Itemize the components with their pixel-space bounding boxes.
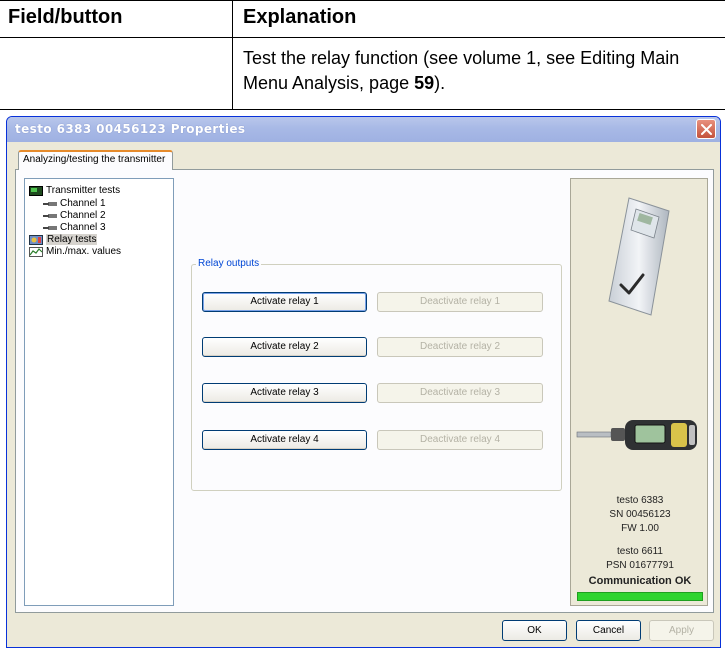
header-field-button: Field/button — [8, 6, 123, 28]
apply-button[interactable]: Apply — [649, 620, 714, 641]
deactivate-relay-3-button[interactable]: Deactivate relay 3 — [377, 383, 543, 403]
table-border-top — [0, 0, 725, 1]
transmitter-device-icon — [608, 197, 670, 316]
cancel-button[interactable]: Cancel — [576, 620, 641, 641]
properties-dialog: testo 6383 00456123 Properties Analyzing… — [6, 116, 721, 648]
tree-item-relay-tests[interactable]: Relay tests — [29, 234, 98, 245]
close-icon — [701, 124, 712, 135]
device-serial: SN 00456123 — [609, 509, 671, 520]
doc-table: Field/button Explanation Test the relay … — [0, 0, 725, 110]
channel-icon — [43, 213, 57, 218]
relay-icon — [29, 234, 43, 245]
activate-relay-2-button[interactable]: Activate relay 2 — [202, 337, 367, 357]
deactivate-relay-1-button[interactable]: Deactivate relay 1 — [377, 292, 543, 312]
page-reference: 59 — [414, 73, 435, 93]
probe-device-icon — [576, 420, 697, 450]
tab-analyzing-testing[interactable]: Analyzing/testing the transmitter — [18, 150, 173, 170]
relay-outputs-group: Relay outputs Activate relay 1 Deactivat… — [191, 258, 562, 491]
probe-serial: PSN 01677791 — [606, 560, 674, 571]
window-title: testo 6383 00456123 Properties — [15, 122, 246, 136]
tree-item-min-max-values[interactable]: Min./max. values — [29, 246, 121, 257]
tree-item-channel-2[interactable]: Channel 2 — [43, 210, 106, 221]
explanation-text: Test the relay function (see volume 1, s… — [243, 48, 680, 93]
tab-panel: Transmitter tests Channel 1 Channel 2 Ch… — [15, 169, 714, 613]
header-explanation: Explanation — [243, 6, 357, 28]
relay-outputs-label: Relay outputs — [196, 258, 262, 269]
transmitter-icon — [29, 185, 43, 196]
probe-model: testo 6611 — [617, 546, 663, 557]
deactivate-relay-2-button[interactable]: Deactivate relay 2 — [377, 337, 543, 357]
channel-icon — [43, 201, 57, 206]
device-model: testo 6383 — [616, 495, 664, 506]
device-info-panel: testo 6383 SN 00456123 FW 1.00 testo 661… — [570, 178, 708, 606]
activate-relay-3-button[interactable]: Activate relay 3 — [202, 383, 367, 403]
tree-view: Transmitter tests Channel 1 Channel 2 Ch… — [24, 178, 174, 606]
activate-relay-1-button[interactable]: Activate relay 1 — [202, 292, 367, 312]
chart-icon — [29, 246, 43, 257]
ok-button[interactable]: OK — [502, 620, 567, 641]
communication-status: Communication OK — [588, 575, 692, 587]
deactivate-relay-4-button[interactable]: Deactivate relay 4 — [377, 430, 543, 450]
tree-item-channel-3[interactable]: Channel 3 — [43, 222, 106, 233]
channel-icon — [43, 225, 57, 230]
communication-progress-bar — [577, 592, 703, 601]
activate-relay-4-button[interactable]: Activate relay 4 — [202, 430, 367, 450]
tree-item-channel-1[interactable]: Channel 1 — [43, 198, 106, 209]
table-column-divider — [232, 0, 233, 110]
close-button[interactable] — [696, 119, 716, 139]
tree-item-transmitter-tests[interactable]: Transmitter tests — [29, 185, 120, 196]
table-border-bottom — [0, 109, 725, 110]
title-bar[interactable]: testo 6383 00456123 Properties — [7, 117, 720, 142]
device-firmware: FW 1.00 — [621, 523, 659, 534]
table-header-divider — [0, 37, 725, 38]
